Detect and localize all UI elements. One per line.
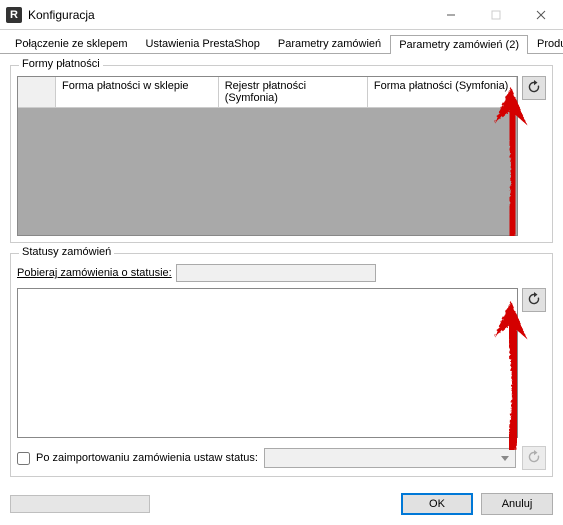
tab-order-params-2[interactable]: Parametry zamówień (2) <box>390 35 528 54</box>
fetch-status-field[interactable] <box>176 264 376 282</box>
post-import-label: Po zaimportowaniu zamówienia ustaw statu… <box>36 452 258 464</box>
refresh-post-import-button[interactable] <box>522 446 546 470</box>
col-header-register-symfonia[interactable]: Rejestr płatności (Symfonia) <box>219 77 368 108</box>
payments-grid-header: Forma płatności w sklepie Rejestr płatno… <box>18 77 517 108</box>
payments-legend: Formy płatności <box>19 58 103 70</box>
client-area: Formy płatności Forma płatności w sklepi… <box>0 53 563 483</box>
statuses-listbox[interactable] <box>17 288 518 438</box>
maximize-button[interactable] <box>473 0 518 30</box>
cancel-button[interactable]: Anuluj <box>481 493 553 515</box>
fetch-status-label: Pobieraj zamówienia o statusie: <box>17 267 172 279</box>
statuses-legend: Statusy zamówień <box>19 246 114 258</box>
titlebar: R Konfiguracja <box>0 0 563 30</box>
payments-grid[interactable]: Forma płatności w sklepie Rejestr płatno… <box>17 76 518 236</box>
window-title: Konfiguracja <box>28 8 428 22</box>
refresh-icon <box>527 292 541 309</box>
tab-order-params[interactable]: Parametry zamówień <box>269 34 390 53</box>
payments-groupbox: Formy płatności Forma płatności w sklepi… <box>10 65 553 243</box>
minimize-button[interactable] <box>428 0 473 30</box>
close-button[interactable] <box>518 0 563 30</box>
progress-bar <box>10 495 150 513</box>
button-bar: OK Anuluj <box>10 493 553 515</box>
refresh-icon <box>527 450 541 467</box>
col-header-shop-payment[interactable]: Forma płatności w sklepie <box>56 77 219 108</box>
grid-row-selector-header <box>18 77 56 108</box>
statuses-groupbox: Statusy zamówień Pobieraj zamówienia o s… <box>10 253 553 477</box>
tab-connection[interactable]: Połączenie ze sklepem <box>6 34 137 53</box>
tab-prestashop-settings[interactable]: Ustawienia PrestaShop <box>137 34 269 53</box>
refresh-payments-button[interactable] <box>522 76 546 100</box>
tab-products[interactable]: Produkty <box>528 34 563 53</box>
refresh-icon <box>527 80 541 97</box>
col-header-payment-symfonia[interactable]: Forma płatności (Symfonia) <box>368 77 517 108</box>
post-import-combo[interactable] <box>264 448 516 468</box>
post-import-checkbox[interactable] <box>17 452 30 465</box>
app-icon: R <box>6 7 22 23</box>
tab-strip: Połączenie ze sklepem Ustawienia PrestaS… <box>0 30 563 54</box>
refresh-statuses-button[interactable] <box>522 288 546 312</box>
ok-button[interactable]: OK <box>401 493 473 515</box>
